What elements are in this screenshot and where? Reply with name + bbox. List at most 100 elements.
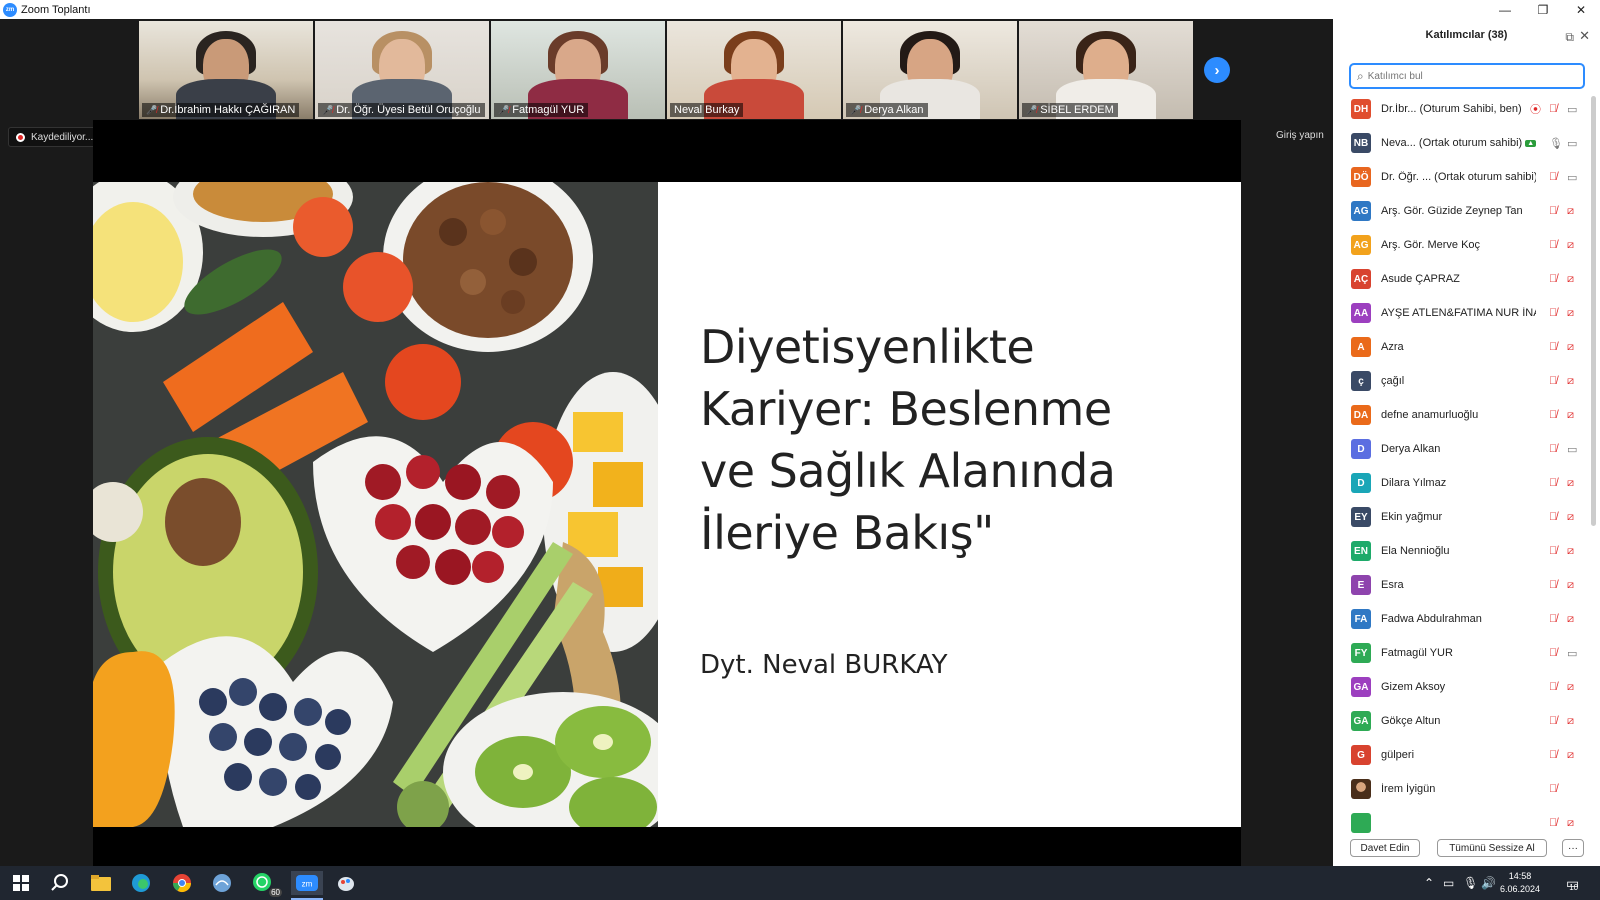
muted-mic-icon[interactable]: 🎙̸ — [1549, 205, 1557, 217]
muted-mic-icon[interactable]: 🎙̸ — [1549, 817, 1557, 829]
minimize-button[interactable]: — — [1486, 0, 1524, 19]
camera-off-icon[interactable]: ⧄ — [1567, 205, 1574, 218]
participant-row[interactable]: EY Ekin yağmur 🎙̸ ⧄ — [1333, 500, 1589, 534]
participant-row[interactable]: 🎙̸ ⧄ — [1333, 806, 1589, 836]
muted-mic-icon[interactable]: 🎙̸ — [1549, 239, 1557, 251]
popout-icon[interactable]: ⧉ — [1565, 30, 1574, 45]
whatsapp-icon[interactable]: 60 — [250, 871, 282, 897]
next-page-button[interactable]: › — [1204, 57, 1230, 83]
camera-icon[interactable]: ▭ — [1567, 647, 1577, 660]
camera-off-icon[interactable]: ⧄ — [1567, 341, 1574, 354]
participant-search[interactable]: ⌕ — [1349, 63, 1585, 89]
participant-row[interactable]: FA Fadwa Abdulrahman 🎙̸ ⧄ — [1333, 602, 1589, 636]
more-options-button[interactable]: ··· — [1562, 839, 1584, 857]
system-clock[interactable]: 14:58 6.06.2024 — [1496, 870, 1544, 896]
participant-row[interactable]: FY Fatmagül YUR 🎙̸ ▭ — [1333, 636, 1589, 670]
search-input[interactable] — [1367, 70, 1568, 82]
muted-mic-icon[interactable]: 🎙̸ — [1549, 375, 1557, 387]
participant-row[interactable]: EN Ela Nennioğlu 🎙̸ ⧄ — [1333, 534, 1589, 568]
participant-row[interactable]: İrem İyigün 🎙̸ — [1333, 772, 1589, 806]
participant-row[interactable]: NB Neva... (Ortak oturum sahibi) ▲ 🎙 ▭ — [1333, 126, 1589, 160]
mic-icon[interactable]: 🎙 — [1549, 137, 1563, 150]
participant-video-tile[interactable]: 🎤̸ SİBEL ERDEM — [1019, 21, 1193, 119]
mute-all-button[interactable]: Tümünü Sessize Al — [1437, 839, 1547, 857]
edge-browser-icon[interactable] — [128, 871, 154, 895]
muted-mic-icon[interactable]: 🎙̸ — [1549, 783, 1557, 795]
paint-app-icon[interactable] — [333, 871, 359, 895]
invite-button[interactable]: Davet Edin — [1350, 839, 1420, 857]
participant-video-tile[interactable]: 🎤̸ Fatmagül YUR — [491, 21, 665, 119]
notification-center-icon[interactable]: ▭ 10 — [1566, 866, 1579, 900]
participant-scrollbar[interactable] — [1591, 96, 1596, 526]
camera-off-icon[interactable]: ⧄ — [1567, 273, 1574, 286]
participant-row[interactable]: DH Dr.İbr... (Oturum Sahibi, ben) ⦿ 🎙̸ ▭ — [1333, 92, 1589, 126]
participant-row[interactable]: AÇ Asude ÇAPRAZ 🎙̸ ⧄ — [1333, 262, 1589, 296]
muted-mic-icon[interactable]: 🎙̸ — [1549, 443, 1557, 455]
close-window-button[interactable]: ✕ — [1562, 0, 1600, 19]
participant-video-tile[interactable]: Neval Burkay — [667, 21, 841, 119]
muted-mic-icon[interactable]: 🎙̸ — [1549, 613, 1557, 625]
camera-off-icon[interactable]: ⧄ — [1567, 545, 1574, 558]
muted-mic-icon[interactable]: 🎙̸ — [1549, 171, 1557, 183]
chrome-icon[interactable] — [169, 871, 195, 895]
participant-row[interactable]: A Azra 🎙̸ ⧄ — [1333, 330, 1589, 364]
participant-row[interactable]: DÖ Dr. Öğr. ... (Ortak oturum sahibi) 🎙̸ ▭ — [1333, 160, 1589, 194]
participant-row[interactable]: AG Arş. Gör. Merve Koç 🎙̸ ⧄ — [1333, 228, 1589, 262]
muted-mic-icon[interactable]: 🎙̸ — [1549, 715, 1557, 727]
camera-off-icon[interactable]: ⧄ — [1567, 681, 1574, 694]
participant-row[interactable]: D Derya Alkan 🎙̸ ▭ — [1333, 432, 1589, 466]
muted-mic-icon[interactable]: 🎙̸ — [1549, 681, 1557, 693]
windows-start-icon[interactable] — [8, 871, 34, 895]
participant-video-tile[interactable]: 🎤̸ Dr. Öğr. Üyesi Betül Oruçoğlu — [315, 21, 489, 119]
muted-mic-icon[interactable]: 🎙̸ — [1549, 273, 1557, 285]
participant-video-tile[interactable]: 🎤̸ Derya Alkan — [843, 21, 1017, 119]
network-app-icon[interactable] — [209, 871, 235, 895]
camera-off-icon[interactable]: ⧄ — [1567, 749, 1574, 762]
participant-row[interactable]: E Esra 🎙̸ ⧄ — [1333, 568, 1589, 602]
participant-name: Esra — [1381, 579, 1536, 591]
muted-mic-icon[interactable]: 🎙̸ — [1549, 409, 1557, 421]
participant-row[interactable]: DA defne anamurluoğlu 🎙̸ ⧄ — [1333, 398, 1589, 432]
microphone-icon[interactable]: 🎙 — [1463, 866, 1478, 900]
camera-icon[interactable]: ▭ — [1567, 103, 1577, 116]
network-icon[interactable]: ▭ — [1443, 866, 1454, 900]
muted-mic-icon[interactable]: 🎙̸ — [1549, 477, 1557, 489]
muted-mic-icon[interactable]: 🎙̸ — [1549, 307, 1557, 319]
participant-row[interactable]: Ggülperi 🎙̸ ⧄ — [1333, 738, 1589, 772]
show-hidden-icons[interactable]: ⌃ — [1424, 866, 1434, 900]
search-icon[interactable] — [47, 871, 73, 895]
participant-row[interactable]: ç çağıl 🎙̸ ⧄ — [1333, 364, 1589, 398]
camera-icon[interactable]: ▭ — [1567, 171, 1577, 184]
zoom-taskbar-icon[interactable]: zm — [291, 871, 323, 895]
camera-off-icon[interactable]: ⧄ — [1567, 715, 1574, 728]
camera-off-icon[interactable]: ⧄ — [1567, 239, 1574, 252]
camera-off-icon[interactable]: ⧄ — [1567, 477, 1574, 490]
muted-mic-icon[interactable]: 🎙̸ — [1549, 511, 1557, 523]
restore-button[interactable]: ❐ — [1524, 0, 1562, 19]
signin-link[interactable]: Giriş yapın — [1276, 130, 1324, 141]
participant-row[interactable]: AA AYŞE ATLEN&FATIMA NUR İNA... 🎙̸ ⧄ — [1333, 296, 1589, 330]
muted-mic-icon[interactable]: 🎙̸ — [1549, 341, 1557, 353]
camera-off-icon[interactable]: ⧄ — [1567, 307, 1574, 320]
camera-off-icon[interactable]: ⧄ — [1567, 613, 1574, 626]
camera-off-icon[interactable]: ⧄ — [1567, 409, 1574, 422]
participant-row[interactable]: D Dilara Yılmaz 🎙̸ ⧄ — [1333, 466, 1589, 500]
muted-mic-icon[interactable]: 🎙̸ — [1549, 545, 1557, 557]
muted-mic-icon[interactable]: 🎙̸ — [1549, 647, 1557, 659]
volume-icon[interactable]: 🔊 — [1481, 866, 1496, 900]
close-panel-icon[interactable]: ✕ — [1579, 28, 1590, 44]
muted-mic-icon[interactable]: 🎙̸ — [1549, 579, 1557, 591]
participant-row[interactable]: AG Arş. Gör. Güzide Zeynep Tan 🎙̸ ⧄ — [1333, 194, 1589, 228]
file-explorer-icon[interactable] — [88, 871, 114, 895]
camera-off-icon[interactable]: ⧄ — [1567, 511, 1574, 524]
muted-mic-icon[interactable]: 🎙̸ — [1549, 103, 1557, 115]
camera-icon[interactable]: ▭ — [1567, 443, 1577, 456]
participant-video-tile[interactable]: 🎤̸ Dr.İbrahim Hakkı ÇAĞIRAN — [139, 21, 313, 119]
camera-off-icon[interactable]: ⧄ — [1567, 375, 1574, 388]
participant-row[interactable]: GA Gizem Aksoy 🎙̸ ⧄ — [1333, 670, 1589, 704]
camera-off-icon[interactable]: ⧄ — [1567, 579, 1574, 592]
camera-icon[interactable]: ▭ — [1567, 137, 1577, 150]
participant-row[interactable]: GA Gökçe Altun 🎙̸ ⧄ — [1333, 704, 1589, 738]
muted-mic-icon[interactable]: 🎙̸ — [1549, 749, 1557, 761]
camera-off-icon[interactable]: ⧄ — [1567, 817, 1574, 830]
